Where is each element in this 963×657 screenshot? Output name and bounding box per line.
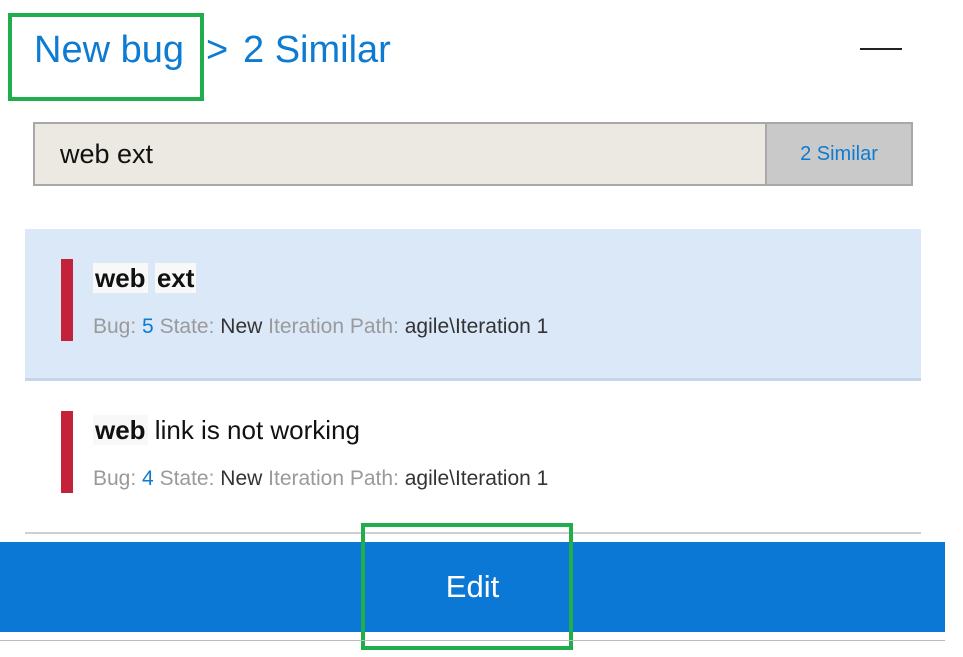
iteration-path-value: agile\Iteration 1	[404, 467, 549, 490]
state-value: New	[220, 467, 263, 490]
item-title: web link is not working	[93, 415, 360, 446]
status-bar	[61, 411, 73, 493]
similar-count-button[interactable]: 2 Similar	[765, 124, 911, 184]
state-label: State:	[159, 467, 215, 490]
minimize-icon[interactable]	[860, 32, 902, 62]
edit-button[interactable]: Edit	[0, 542, 945, 632]
list-item[interactable]: web link is not working Bug: 4 State: Ne…	[25, 381, 921, 534]
state-label: State:	[159, 315, 215, 338]
item-meta: Bug: 5 State: New Iteration Path: agile\…	[93, 315, 548, 339]
highlighted-term: ext	[154, 263, 197, 293]
list-item[interactable]: web ext Bug: 5 State: New Iteration Path…	[25, 229, 921, 381]
results-list: web ext Bug: 5 State: New Iteration Path…	[25, 229, 921, 534]
state-value: New	[220, 315, 263, 338]
breadcrumb-separator: >	[206, 29, 229, 71]
header: New bug > 2 Similar	[0, 0, 963, 110]
breadcrumb-new-bug-link[interactable]: New bug	[34, 29, 184, 72]
item-title: web ext	[93, 263, 197, 294]
highlighted-term: web	[93, 415, 148, 445]
divider	[0, 640, 945, 641]
search-input[interactable]	[35, 124, 765, 184]
iteration-path-label: Iteration Path:	[268, 467, 399, 490]
item-meta: Bug: 4 State: New Iteration Path: agile\…	[93, 467, 548, 491]
bug-id: 5	[142, 315, 154, 338]
iteration-path-label: Iteration Path:	[268, 315, 399, 338]
breadcrumb-current: 2 Similar	[243, 29, 391, 71]
status-bar	[61, 259, 73, 341]
title-text: link is not working	[147, 415, 360, 445]
iteration-path-value: agile\Iteration 1	[404, 315, 549, 338]
highlighted-term: web	[93, 263, 148, 293]
bug-label: Bug:	[93, 315, 137, 338]
bug-label: Bug:	[93, 467, 137, 490]
bug-id: 4	[142, 467, 154, 490]
search-bar: 2 Similar	[33, 122, 913, 186]
